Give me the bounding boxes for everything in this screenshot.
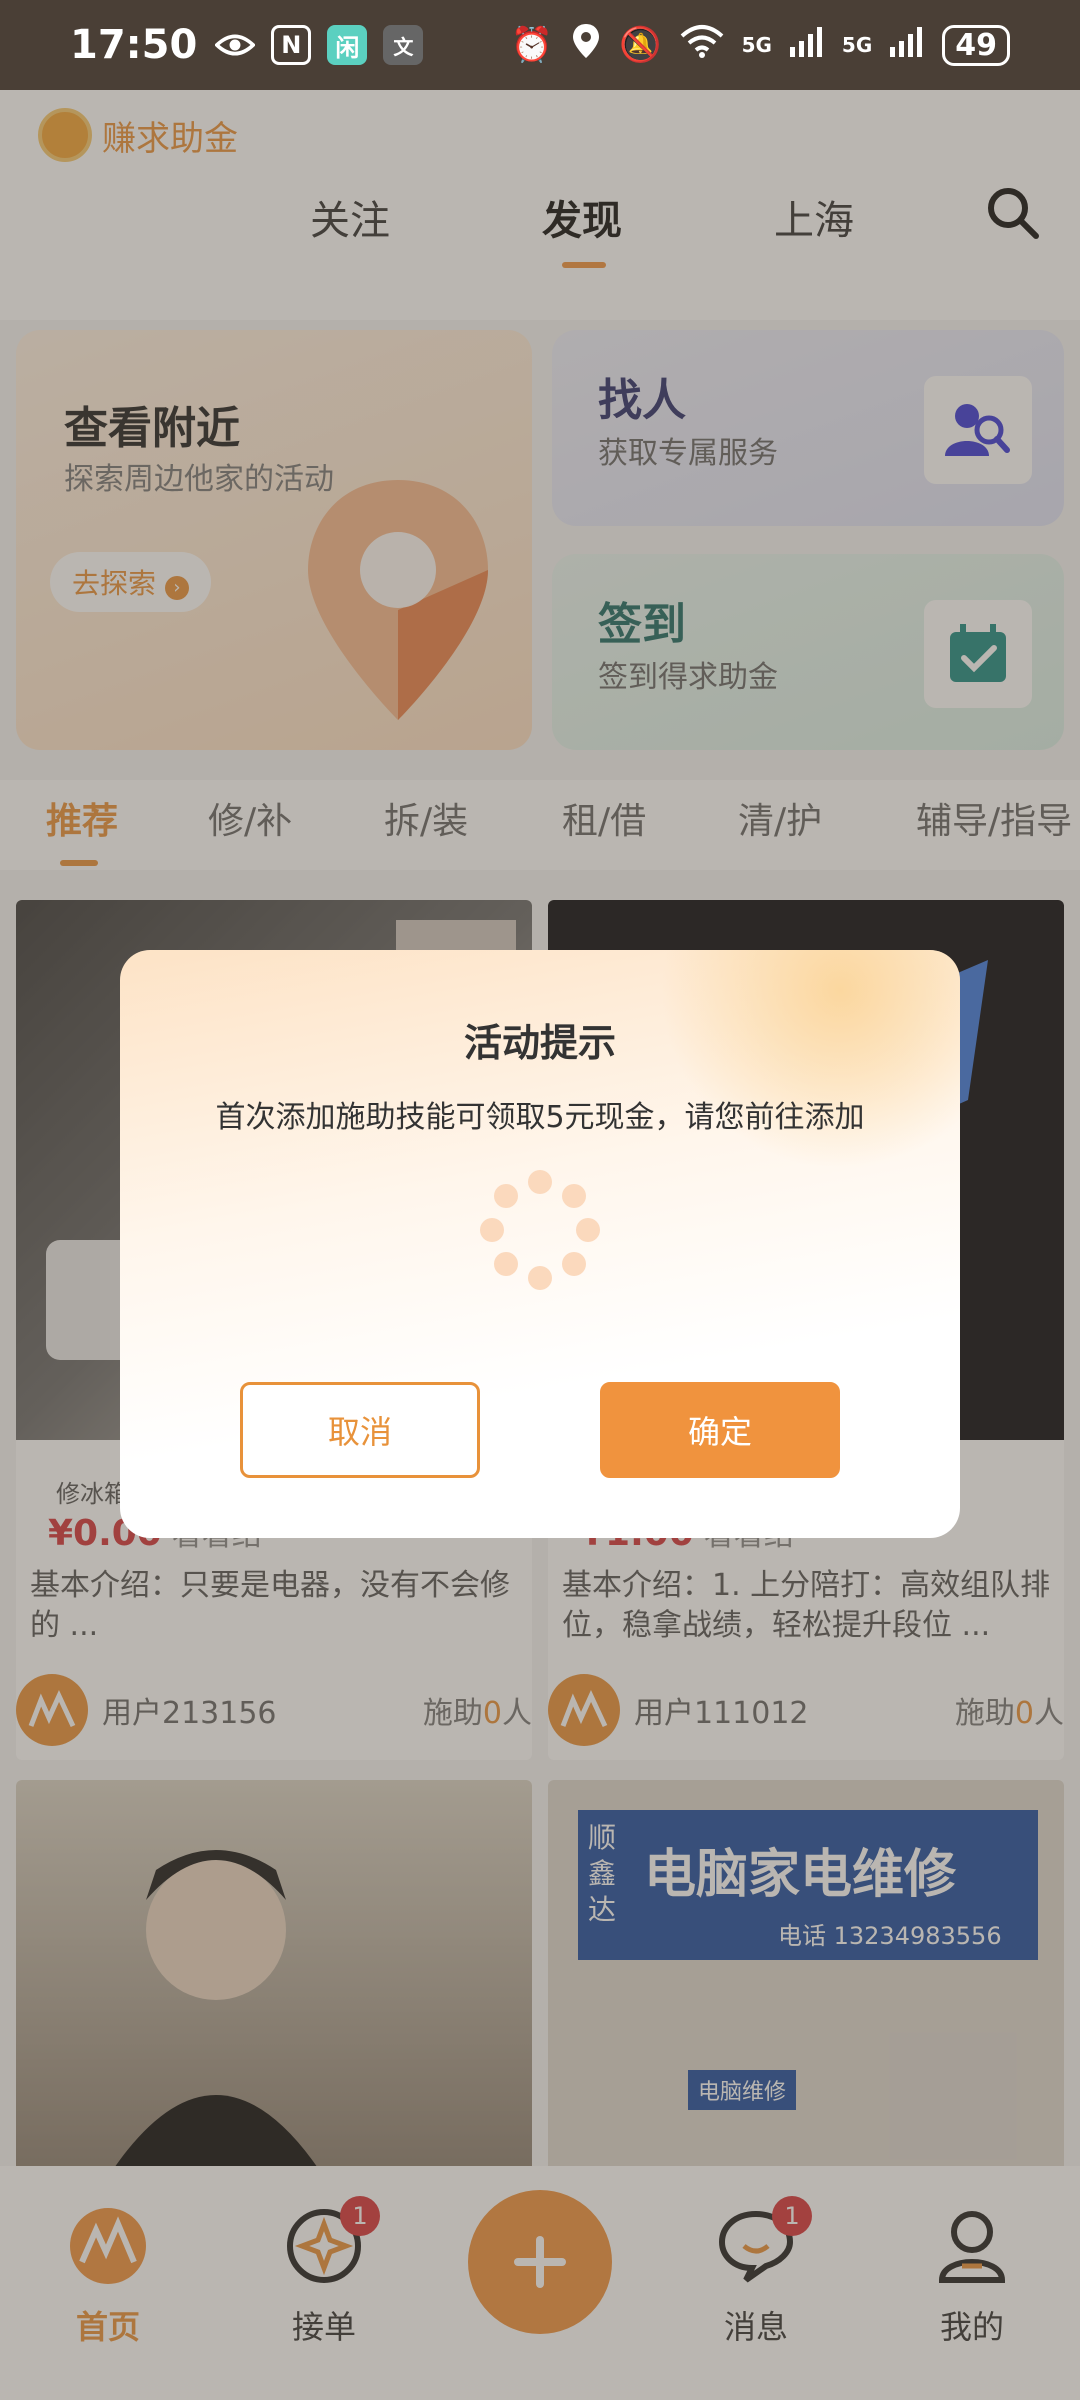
location-icon — [571, 22, 601, 69]
battery-indicator: 49 — [942, 24, 1010, 66]
xianyu-app-icon: 闲 — [327, 25, 368, 65]
signal-icon — [789, 25, 824, 66]
mute-icon: 🔕 — [619, 25, 662, 65]
status-time: 17:50 — [70, 22, 198, 68]
wifi-icon — [680, 24, 724, 67]
alarm-icon: ⏰ — [510, 25, 554, 65]
confirm-button[interactable]: 确定 — [600, 1382, 840, 1478]
cancel-button[interactable]: 取消 — [240, 1382, 480, 1478]
eye-icon — [215, 25, 256, 65]
status-right-icons: ⏰ 🔕 5G 5G 49 — [511, 22, 1010, 69]
dialog-message: 首次添加施助技能可领取5元现金，请您前往添加 — [215, 1100, 865, 1135]
signal-5g-label-1: 5G — [741, 33, 772, 57]
dialog-title: 活动提示 — [463, 1021, 616, 1065]
status-left-icons: N 闲 文 — [215, 25, 424, 65]
loading-spinner-icon — [480, 1170, 600, 1290]
signal-5g-label-2: 5G — [841, 33, 873, 57]
activity-dialog: 活动提示 首次添加施助技能可领取5元现金，请您前往添加 取消 确定 — [120, 950, 960, 1538]
app-notification-icon: 文 — [383, 25, 424, 65]
status-bar: 17:50 N 闲 文 ⏰ 🔕 5G 5G 49 — [0, 0, 1080, 90]
nfc-icon: N — [271, 25, 312, 65]
signal-icon — [890, 25, 924, 66]
